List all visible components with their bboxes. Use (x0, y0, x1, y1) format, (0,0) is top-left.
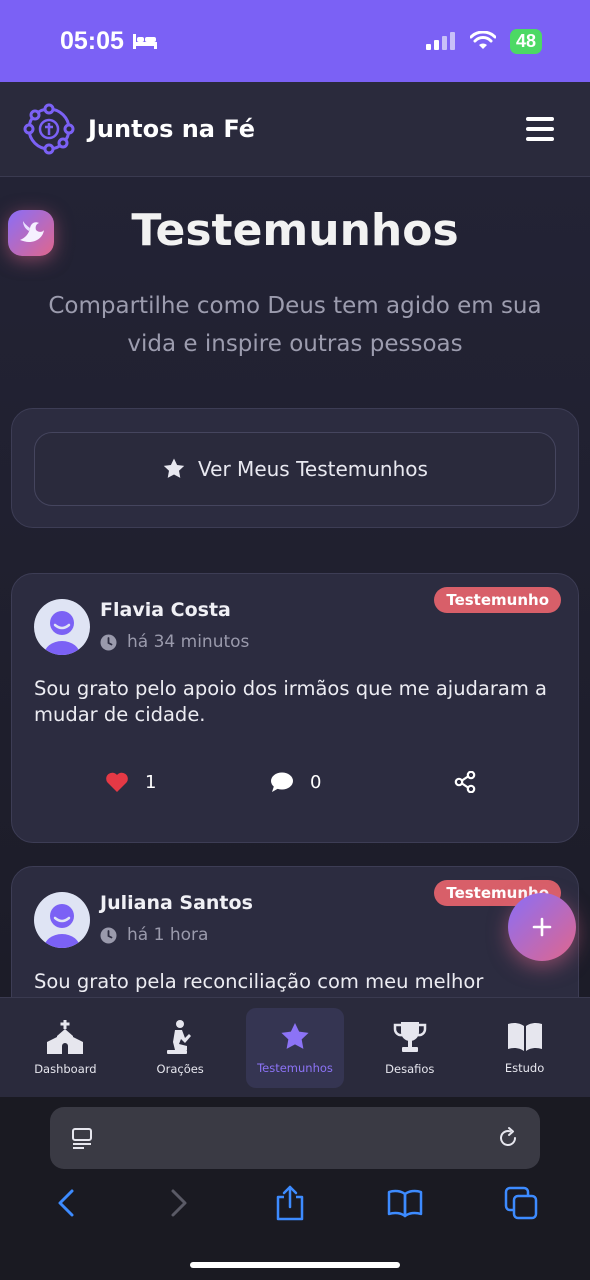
battery-indicator: 48 (509, 28, 542, 54)
author-name[interactable]: Flavia Costa (100, 599, 231, 621)
post-text: Sou grato pelo apoio dos irmãos que me a… (34, 677, 547, 726)
main-content: Testemunhos Compartilhe como Deus tem ag… (0, 177, 590, 997)
category-badge: Testemunho (434, 587, 561, 613)
like-count: 1 (145, 771, 157, 793)
bookmarks-icon[interactable] (387, 1188, 423, 1218)
nav-item-oracoes[interactable]: Orações (131, 1008, 229, 1088)
wifi-icon (469, 31, 496, 49)
post-actions: 1 0 (12, 771, 580, 801)
app-header: Juntos na Fé (0, 82, 590, 177)
nav-label: Testemunhos (257, 1060, 333, 1075)
logo-icon (23, 103, 75, 155)
star-icon (163, 458, 185, 478)
plus-icon (532, 917, 552, 937)
address-bar[interactable] (50, 1107, 540, 1169)
nav-label: Orações (156, 1061, 204, 1076)
time-label: há 1 hora (127, 925, 209, 945)
page-subtitle: Compartilhe como Deus tem agido em sua v… (48, 293, 542, 357)
user-avatar-icon (44, 611, 80, 655)
clock-icon (100, 634, 117, 650)
praying-icon (167, 1019, 192, 1054)
my-testimonies-card: Ver Meus Testemunhos (11, 408, 579, 528)
testimony-card: Flavia Costa há 34 minutos Testemunho So… (11, 573, 579, 843)
reader-mode-icon[interactable] (70, 1126, 94, 1150)
status-bar: 05:05 48 (0, 0, 590, 82)
status-indicators: 48 (425, 28, 542, 54)
cellular-signal-icon (425, 32, 455, 50)
status-time: 05:05 (60, 27, 158, 56)
post-text: Sou grato pela reconciliação com meu mel… (34, 970, 484, 993)
my-testimonies-button[interactable]: Ver Meus Testemunhos (34, 432, 556, 506)
page-title: Testemunhos (131, 205, 459, 256)
avatar[interactable] (34, 599, 90, 655)
share-icon[interactable] (274, 1185, 306, 1221)
author-name[interactable]: Juliana Santos (100, 892, 253, 914)
like-button[interactable]: 1 (105, 771, 156, 793)
church-icon (47, 1019, 84, 1054)
time-label: há 34 minutos (127, 632, 250, 652)
clock-text: 05:05 (60, 26, 124, 55)
brand[interactable]: Juntos na Fé (22, 102, 255, 156)
clock-icon (100, 927, 117, 943)
star-icon (281, 1022, 309, 1049)
trophy-icon (393, 1021, 427, 1052)
user-avatar-icon (44, 904, 80, 948)
nav-label: Estudo (504, 1060, 545, 1075)
browser-toolbar (0, 1097, 590, 1280)
post-time: há 1 hora (100, 925, 208, 945)
tabs-icon[interactable] (504, 1186, 538, 1220)
post-time: há 34 minutos (100, 632, 249, 652)
bottom-nav: Dashboard Orações Testemunhos Desafios E… (0, 997, 590, 1097)
bed-icon (132, 34, 157, 49)
reload-icon[interactable] (496, 1126, 520, 1150)
nav-item-desafios[interactable]: Desafios (361, 1008, 459, 1088)
share-icon (454, 771, 476, 793)
comment-button[interactable]: 0 (270, 771, 321, 793)
browser-nav (0, 1177, 590, 1229)
share-button[interactable] (454, 771, 476, 793)
home-indicator (190, 1262, 400, 1268)
avatar[interactable] (34, 892, 90, 948)
back-icon[interactable] (52, 1187, 82, 1219)
nav-item-testemunhos[interactable]: Testemunhos (245, 1007, 344, 1088)
app-title: Juntos na Fé (88, 115, 256, 143)
nav-label: Desafios (385, 1061, 435, 1076)
nav-item-dashboard[interactable]: Dashboard (16, 1008, 114, 1088)
my-testimonies-label: Ver Meus Testemunhos (198, 457, 428, 481)
comment-count: 0 (310, 771, 322, 793)
heart-icon (106, 772, 128, 792)
hamburger-menu-icon[interactable] (526, 117, 554, 141)
comment-icon (271, 772, 293, 792)
book-open-icon (507, 1022, 542, 1051)
nav-label: Dashboard (34, 1061, 97, 1076)
nav-item-estudo[interactable]: Estudo (476, 1008, 574, 1088)
add-testimony-button[interactable] (508, 893, 576, 961)
forward-icon[interactable] (163, 1187, 193, 1219)
testimony-card: Juliana Santos há 1 hora Testemunho Sou … (11, 866, 579, 997)
